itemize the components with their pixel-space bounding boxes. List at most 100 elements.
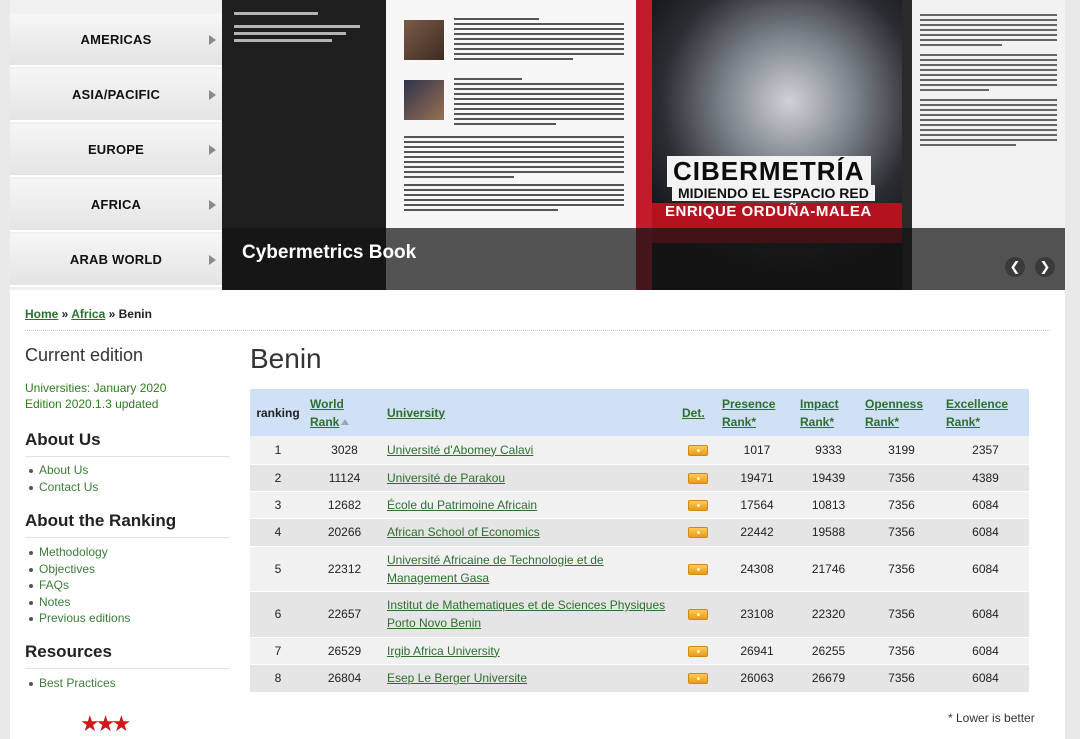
det-cell — [678, 546, 718, 592]
bullet-icon — [29, 616, 33, 621]
prev-slide-button[interactable]: ❮ — [1004, 256, 1026, 278]
university-link[interactable]: Université de Parakou — [387, 471, 505, 485]
impact-cell: 26679 — [796, 664, 861, 693]
bullet-icon — [29, 485, 33, 490]
university-link[interactable]: Institut de Mathematiques et de Sciences… — [387, 598, 665, 630]
university-link[interactable]: Université d'Abomey Calavi — [387, 443, 533, 457]
excellence-cell: 6084 — [942, 491, 1029, 519]
divider — [25, 330, 1050, 331]
region-label: AMERICAS — [80, 32, 152, 47]
about-us-link[interactable]: About Us — [29, 463, 88, 477]
detail-icon[interactable] — [688, 499, 708, 511]
presence-rank-header[interactable]: Presence Rank* — [718, 389, 796, 436]
openness-cell: 7356 — [861, 546, 942, 592]
best-practices-link[interactable]: Best Practices — [29, 676, 116, 690]
presence-cell: 1017 — [718, 436, 796, 465]
faqs-link[interactable]: FAQs — [29, 578, 69, 592]
world-rank-sort-link[interactable]: World Rank — [310, 397, 344, 429]
next-slide-button[interactable]: ❯ — [1034, 256, 1056, 278]
university-link[interactable]: Université Africaine de Technologie et d… — [387, 553, 604, 585]
university-link[interactable]: Esep Le Berger Universite — [387, 671, 527, 685]
det-sort-link[interactable]: Det. — [682, 406, 705, 420]
star-logo-icon: ★★★ — [80, 712, 131, 737]
notes-link[interactable]: Notes — [29, 595, 70, 609]
openness-sort-link[interactable]: Openness Rank* — [865, 397, 923, 429]
objectives-link[interactable]: Objectives — [29, 562, 95, 576]
impact-cell: 19588 — [796, 518, 861, 547]
university-cell: Esep Le Berger Universite — [383, 664, 678, 693]
header-label: Rank — [310, 414, 340, 429]
excellence-sort-link[interactable]: Excellence Rank* — [946, 397, 1008, 429]
region-item-africa[interactable]: AFRICA — [10, 179, 222, 232]
impact-sort-link[interactable]: Impact Rank* — [800, 397, 839, 429]
methodology-link[interactable]: Methodology — [29, 545, 108, 559]
link-label: Notes — [39, 595, 71, 609]
detail-icon[interactable] — [688, 472, 708, 484]
det-cell — [678, 664, 718, 693]
banner-slider[interactable]: CIBERMETRÍA MIDIENDO EL ESPACIO RED ENRI… — [222, 0, 1065, 290]
presence-cell: 26063 — [718, 664, 796, 693]
breadcrumb-africa-link[interactable]: Africa — [71, 307, 105, 321]
excellence-cell: 6084 — [942, 546, 1029, 592]
header-label: Openness — [865, 396, 924, 411]
university-link[interactable]: École du Patrimoine Africain — [387, 498, 537, 512]
presence-cell: 19471 — [718, 464, 796, 492]
header-label: World — [310, 396, 344, 411]
detail-icon[interactable] — [688, 673, 708, 685]
detail-icon[interactable] — [688, 645, 708, 657]
world-rank-cell: 26529 — [306, 637, 383, 665]
ranking-table: ranking World Rank University Det. Presen… — [250, 389, 1029, 693]
contact-us-link[interactable]: Contact Us — [29, 480, 98, 494]
impact-cell: 10813 — [796, 491, 861, 519]
university-sort-link[interactable]: University — [387, 406, 445, 420]
detail-icon[interactable] — [688, 445, 708, 457]
region-item-americas[interactable]: AMERICAS — [10, 14, 222, 67]
edition-version: Edition 2020.1.3 updated — [25, 397, 159, 411]
impact-cell: 26255 — [796, 637, 861, 665]
ranking-cell: 5 — [250, 546, 306, 592]
openness-cell: 7356 — [861, 518, 942, 547]
breadcrumb-separator: » — [58, 307, 72, 321]
excellence-cell: 6084 — [942, 664, 1029, 693]
detail-icon[interactable] — [688, 563, 708, 575]
ranking-cell: 4 — [250, 518, 306, 547]
excellence-cell: 2357 — [942, 436, 1029, 465]
detail-icon[interactable] — [688, 527, 708, 539]
ranking-cell: 8 — [250, 664, 306, 693]
resources-heading: Resources — [25, 642, 230, 669]
openness-cell: 7356 — [861, 491, 942, 519]
region-item-asia-pacific[interactable]: ASIA/PACIFIC — [10, 69, 222, 122]
impact-rank-header[interactable]: Impact Rank* — [796, 389, 861, 436]
breadcrumb-home-link[interactable]: Home — [25, 307, 58, 321]
table-row: 8 26804 Esep Le Berger Universite 26063 … — [250, 664, 1029, 693]
openness-cell: 7356 — [861, 664, 942, 693]
link-label: Objectives — [39, 562, 96, 576]
det-cell — [678, 436, 718, 465]
bullet-icon — [29, 600, 33, 605]
presence-sort-link[interactable]: Presence Rank* — [722, 397, 775, 429]
table-row: 5 22312 Université Africaine de Technolo… — [250, 546, 1029, 592]
det-header[interactable]: Det. — [678, 389, 718, 436]
openness-rank-header[interactable]: Openness Rank* — [861, 389, 942, 436]
openness-cell: 7356 — [861, 464, 942, 492]
world-rank-header[interactable]: World Rank — [306, 389, 383, 436]
presence-cell: 17564 — [718, 491, 796, 519]
region-item-arab-world[interactable]: ARAB WORLD — [10, 234, 222, 287]
excellence-rank-header[interactable]: Excellence Rank* — [942, 389, 1029, 436]
region-item-europe[interactable]: EUROPE — [10, 124, 222, 177]
previous-editions-link[interactable]: Previous editions — [29, 611, 130, 625]
detail-icon[interactable] — [688, 609, 708, 621]
excellence-cell: 6084 — [942, 637, 1029, 665]
det-cell — [678, 518, 718, 547]
university-cell: École du Patrimoine Africain — [383, 491, 678, 519]
university-header[interactable]: University — [383, 389, 678, 436]
university-link[interactable]: Irgib Africa University — [387, 644, 500, 658]
table-row: 4 20266 African School of Economics 2244… — [250, 518, 1029, 547]
footnote: * Lower is better — [948, 711, 1035, 725]
author-photo — [404, 80, 444, 120]
impact-cell: 21746 — [796, 546, 861, 592]
openness-cell: 3199 — [861, 436, 942, 465]
world-rank-cell: 26804 — [306, 664, 383, 693]
header-label: Presence — [722, 396, 776, 411]
university-link[interactable]: African School of Economics — [387, 525, 540, 539]
